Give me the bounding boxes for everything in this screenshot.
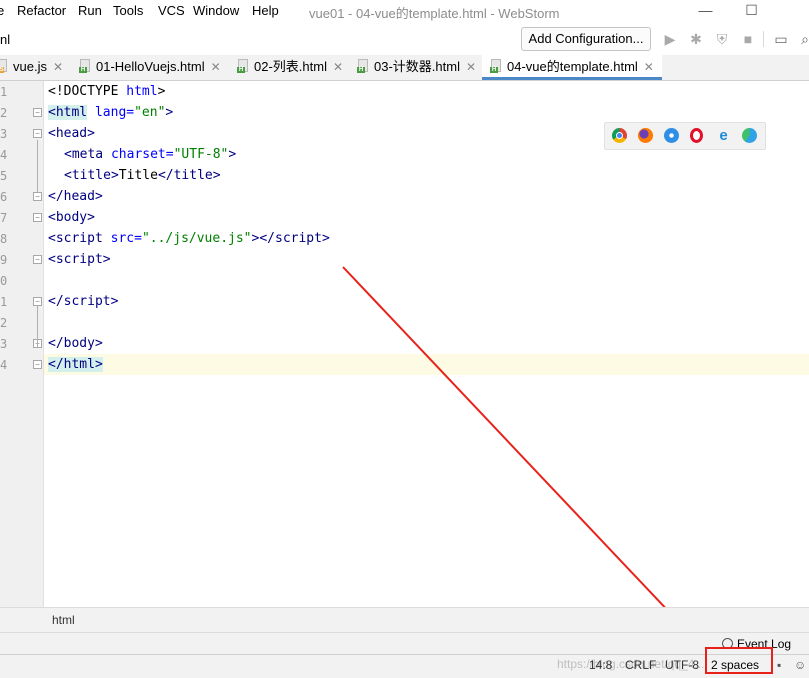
annotation-highlight-box [705,647,773,674]
lock-icon[interactable]: ▪ [777,658,781,672]
breadcrumb-html[interactable]: html [52,613,75,627]
status-bar: https://blog.csdn.net/qq_4... 14:8 CRLF … [0,654,809,678]
inspector-icon[interactable]: ☺ [794,658,806,672]
line-separator[interactable]: CRLF [625,658,656,672]
caret-position[interactable]: 14:8 [589,658,612,672]
annotation-arrow [342,266,710,655]
annotation-arrow-line [342,266,708,653]
breadcrumb-bar: html [0,607,809,632]
file-encoding[interactable]: UTF-8 [665,658,699,672]
tool-window-bar: Event Log [0,632,809,655]
